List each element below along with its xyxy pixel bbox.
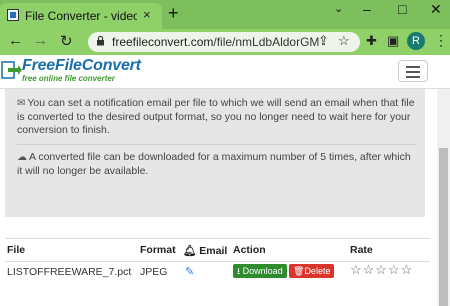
logo-tagline: free online file converter xyxy=(22,74,115,83)
hamburger-line xyxy=(406,71,420,73)
tab-search-chevron-icon[interactable]: ⌄ xyxy=(334,2,343,15)
logo-name[interactable]: FreeFileConvert xyxy=(22,57,141,75)
url-path: /file/nmLdbAldorGM xyxy=(213,35,320,49)
envelope-icon: ✉ xyxy=(17,98,26,109)
lock-icon xyxy=(96,35,105,49)
browser-menu-icon[interactable]: ⋮ xyxy=(434,32,448,49)
files-table: File Format 🔔︎ Email Action Rate LISTOFF… xyxy=(5,238,430,289)
notification-info: ✉ You can set a notification email per fi… xyxy=(17,97,415,138)
bookmark-star-icon[interactable]: ☆ xyxy=(338,33,350,49)
url-domain: freefileconvert.com xyxy=(112,35,214,49)
bell-icon: 🔔︎ xyxy=(183,245,197,257)
browser-tab[interactable]: File Converter - video converter × xyxy=(0,3,162,29)
back-icon[interactable]: ← xyxy=(8,32,23,49)
delete-label: Delete xyxy=(304,266,331,276)
notification-text: You can set a notification email per fil… xyxy=(17,97,415,136)
sidebar-icon[interactable]: ▣ xyxy=(387,33,399,49)
tab-strip: File Converter - video converter × + ⌄ –… xyxy=(0,0,450,29)
minimize-icon[interactable]: – xyxy=(363,1,371,17)
download-label: Download xyxy=(242,266,283,276)
site-header: FreeFileConvert free online file convert… xyxy=(0,55,450,89)
download-button[interactable]: ⭳ Download xyxy=(233,264,287,278)
hamburger-line xyxy=(406,66,420,68)
scrollbar-thumb[interactable] xyxy=(439,148,448,306)
window-close-icon[interactable]: ✕ xyxy=(430,1,442,18)
site-favicon-icon xyxy=(7,9,19,21)
new-tab-icon[interactable]: + xyxy=(168,3,179,24)
header-file: File xyxy=(7,244,26,256)
header-email-label: Email xyxy=(199,245,228,257)
row-file-name: LISTOFFREEWARE_7.pct xyxy=(7,266,132,278)
tab-title: File Converter - video converter xyxy=(25,9,137,23)
trash-icon: 🗑︎ xyxy=(293,266,305,276)
row-format: JPEG xyxy=(140,266,168,278)
header-format: Format xyxy=(140,244,176,256)
browser-toolbar: ← → ↻ freefileconvert.com/file/nmLdbAldo… xyxy=(0,29,450,55)
cloud-download-icon: ☁ xyxy=(17,152,27,163)
profile-avatar[interactable]: R xyxy=(407,32,425,50)
header-email: 🔔︎ Email xyxy=(183,244,227,257)
hamburger-line xyxy=(406,76,420,78)
hamburger-menu-button[interactable] xyxy=(398,60,428,82)
forward-icon[interactable]: → xyxy=(33,32,48,49)
url-text: freefileconvert.com/file/nmLdbAldorGM xyxy=(112,35,319,49)
tab-close-icon[interactable]: × xyxy=(143,7,151,22)
header-rate: Rate xyxy=(350,244,373,256)
reload-icon[interactable]: ↻ xyxy=(60,32,73,50)
download-limit-text: A converted file can be downloaded for a… xyxy=(17,151,411,177)
info-panel: ✉ You can set a notification email per fi… xyxy=(5,89,425,217)
panel-divider xyxy=(17,144,417,145)
download-icon: ⭳ xyxy=(237,266,241,276)
logo-icon xyxy=(1,61,22,79)
rating-stars[interactable]: ☆☆☆☆☆ xyxy=(350,262,413,278)
edit-email-icon[interactable]: ✎ xyxy=(185,265,194,278)
maximize-icon[interactable]: □ xyxy=(398,1,406,17)
delete-button[interactable]: 🗑︎Delete xyxy=(289,264,335,278)
header-action: Action xyxy=(233,244,266,256)
extensions-icon[interactable]: ✚ xyxy=(366,33,377,49)
download-limit-info: ☁ A converted file can be downloaded for … xyxy=(17,151,415,178)
share-icon[interactable]: ⇪ xyxy=(318,33,329,49)
